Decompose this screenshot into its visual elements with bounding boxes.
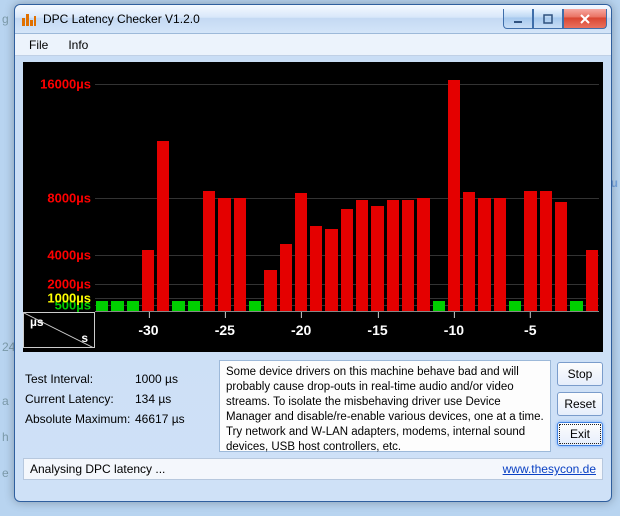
bar-column — [539, 70, 553, 311]
menu-info[interactable]: Info — [58, 36, 98, 54]
absolute-max-value: 46617 µs — [135, 412, 211, 426]
window-title: DPC Latency Checker V1.2.0 — [43, 12, 503, 26]
lower-panel: Test Interval: 1000 µs Current Latency: … — [23, 360, 603, 452]
current-latency-label: Current Latency: — [25, 392, 135, 406]
y-tick-label: 8000µs — [47, 191, 91, 206]
bar-column — [493, 70, 507, 311]
bar-column — [401, 70, 415, 311]
close-button[interactable] — [563, 9, 607, 29]
bar-column — [110, 70, 124, 311]
current-latency-value: 134 µs — [135, 392, 211, 406]
bar-column — [523, 70, 537, 311]
bar-column — [447, 70, 461, 311]
bar-column — [233, 70, 247, 311]
titlebar[interactable]: DPC Latency Checker V1.2.0 — [15, 5, 611, 34]
window-buttons — [503, 9, 607, 29]
bar-column — [217, 70, 231, 311]
latency-chart: 500µs1000µs2000µs4000µs8000µs16000µs µs … — [23, 62, 603, 352]
message-box: Some device drivers on this machine beha… — [219, 360, 551, 452]
x-tick-label: -30 — [138, 312, 158, 348]
test-interval-value: 1000 µs — [135, 372, 211, 386]
status-bar: Analysing DPC latency ... www.thesycon.d… — [23, 458, 603, 480]
vendor-link[interactable]: www.thesycon.de — [503, 462, 596, 476]
maximize-button[interactable] — [533, 9, 563, 29]
bar-column — [462, 70, 476, 311]
bar-column — [554, 70, 568, 311]
x-tick-label: -25 — [215, 312, 235, 348]
x-tick-label: -15 — [367, 312, 387, 348]
stats-panel: Test Interval: 1000 µs Current Latency: … — [23, 360, 213, 452]
bar-column — [248, 70, 262, 311]
menubar: File Info — [15, 34, 611, 56]
bar-column — [263, 70, 277, 311]
bar-column — [279, 70, 293, 311]
bar-column — [355, 70, 369, 311]
y-tick-label: 2000µs — [47, 276, 91, 291]
y-tick-label: 4000µs — [47, 248, 91, 263]
bar-column — [171, 70, 185, 311]
bar-column — [141, 70, 155, 311]
bar-column — [585, 70, 599, 311]
bar-column — [386, 70, 400, 311]
y-tick-label: 1000µs — [47, 290, 91, 305]
bar-column — [340, 70, 354, 311]
bar-column — [126, 70, 140, 311]
y-axis-unit: µs — [30, 315, 44, 329]
bar-column — [324, 70, 338, 311]
y-tick-label: 16000µs — [40, 77, 91, 92]
bar-column — [477, 70, 491, 311]
bar-column — [432, 70, 446, 311]
app-window: DPC Latency Checker V1.2.0 File Info 500… — [14, 4, 612, 502]
absolute-max-label: Absolute Maximum: — [25, 412, 135, 426]
bar-column — [187, 70, 201, 311]
bar-column — [370, 70, 384, 311]
bar-column — [416, 70, 430, 311]
bar-column — [202, 70, 216, 311]
exit-button[interactable]: Exit — [557, 422, 603, 446]
menu-file[interactable]: File — [19, 36, 58, 54]
stop-button[interactable]: Stop — [557, 362, 603, 386]
reset-button[interactable]: Reset — [557, 392, 603, 416]
x-tick-label: -20 — [291, 312, 311, 348]
bar-column — [95, 70, 109, 311]
x-tick-label: -5 — [524, 312, 536, 348]
minimize-button[interactable] — [503, 9, 533, 29]
x-tick-label: -10 — [444, 312, 464, 348]
test-interval-label: Test Interval: — [25, 372, 135, 386]
x-axis-unit: s — [81, 331, 88, 345]
status-text: Analysing DPC latency ... — [30, 462, 165, 476]
bar-column — [508, 70, 522, 311]
axis-corner: µs s — [23, 312, 95, 348]
app-icon — [21, 11, 37, 27]
bar-column — [156, 70, 170, 311]
button-column: Stop Reset Exit — [557, 360, 603, 452]
bar-column — [569, 70, 583, 311]
bar-column — [294, 70, 308, 311]
bar-column — [309, 70, 323, 311]
